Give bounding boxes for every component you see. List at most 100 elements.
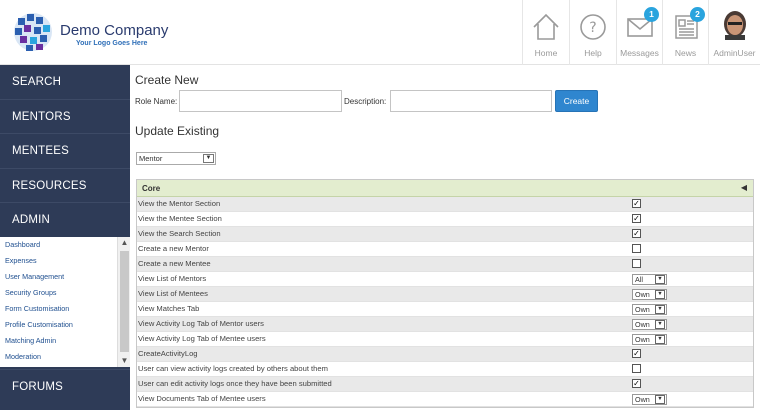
company-tagline: Your Logo Goes Here — [76, 40, 148, 47]
nav-news[interactable]: 2 News — [662, 0, 708, 65]
create-heading: Create New — [135, 73, 199, 87]
permission-checkbox[interactable] — [632, 259, 641, 268]
permission-select-value: All — [635, 275, 643, 284]
permission-select[interactable]: Own ▼ — [632, 334, 667, 345]
permission-select[interactable]: Own ▼ — [632, 304, 667, 315]
permission-select-value: Own — [635, 290, 650, 299]
scroll-up-icon[interactable]: ▲ — [119, 238, 130, 248]
nav-label: Messages — [620, 48, 659, 58]
section-header[interactable]: Core ◀ — [137, 180, 753, 197]
submenu-item-form-customisation[interactable]: Form Customisation — [0, 301, 117, 317]
svg-text:?: ? — [589, 20, 596, 36]
permission-name: View Activity Log Tab of Mentor users — [138, 319, 264, 328]
permission-checkbox[interactable]: ✓ — [632, 214, 641, 223]
permission-select-value: Own — [635, 335, 650, 344]
role-select-value: Mentor — [139, 154, 163, 163]
collapse-caret-icon[interactable]: ◀ — [741, 183, 747, 192]
nav-label: Home — [534, 48, 558, 58]
submenu-item-profile-customisation[interactable]: Profile Customisation — [0, 317, 117, 333]
sidebar-item-mentors[interactable]: MENTORS — [0, 100, 130, 134]
chevron-down-icon: ▼ — [655, 395, 665, 404]
role-select[interactable]: Mentor ▼ — [136, 152, 216, 165]
permission-row: View Documents Tab of Mentee users Own ▼ — [137, 392, 753, 407]
permission-select-value: Own — [635, 320, 650, 329]
news-badge: 2 — [690, 7, 705, 22]
permission-row: User can edit activity logs once they ha… — [137, 377, 753, 392]
permission-row: View List of Mentors All ▼ — [137, 272, 753, 287]
description-input[interactable] — [390, 90, 552, 112]
description-label: Description: — [344, 97, 387, 106]
permission-name: View List of Mentors — [138, 274, 207, 283]
permission-name: View the Search Section — [138, 229, 221, 238]
permission-select[interactable]: All ▼ — [632, 274, 667, 285]
submenu-item-user-management[interactable]: User Management — [0, 269, 117, 285]
permissions-table: Core ◀ View the Mentor Section ✓ View the … — [136, 179, 754, 408]
section-title: Core — [142, 184, 161, 193]
submenu-item-expenses[interactable]: Expenses — [0, 253, 117, 269]
permission-checkbox[interactable] — [632, 364, 641, 373]
submenu-item-matching-admin[interactable]: Matching Admin — [0, 333, 117, 349]
chevron-down-icon: ▼ — [655, 290, 665, 299]
avatar — [721, 10, 748, 40]
role-name-label: Role Name: — [135, 97, 178, 106]
scroll-down-icon[interactable]: ▼ — [119, 356, 130, 366]
chevron-down-icon: ▼ — [655, 335, 665, 344]
permission-select-value: Own — [635, 305, 650, 314]
nav-messages[interactable]: 1 Messages — [616, 0, 662, 65]
sidebar-item-forums[interactable]: FORUMS — [0, 369, 130, 404]
permission-checkbox[interactable]: ✓ — [632, 199, 641, 208]
permission-name: User can view activity logs created by o… — [138, 364, 328, 373]
update-heading: Update Existing — [135, 124, 220, 138]
submenu-scrollbar[interactable]: ▲ ▼ — [117, 237, 130, 367]
top-header: Demo Company Your Logo Goes Here Home ? … — [0, 0, 760, 65]
permission-row: User can view activity logs created by o… — [137, 362, 753, 377]
permission-select[interactable]: Own ▼ — [632, 394, 667, 405]
submenu-item-moderation[interactable]: Moderation — [0, 349, 117, 365]
nav-label: Help — [584, 48, 602, 58]
help-icon: ? — [578, 12, 608, 42]
company-logo[interactable] — [10, 8, 56, 56]
permission-checkbox[interactable] — [632, 244, 641, 253]
permission-row: View the Search Section ✓ — [137, 227, 753, 242]
sidebar-item-mentees[interactable]: MENTEES — [0, 134, 130, 169]
nav-help[interactable]: ? Help — [569, 0, 616, 65]
permission-row: View Activity Log Tab of Mentee users Own… — [137, 332, 753, 347]
permission-checkbox[interactable]: ✓ — [632, 379, 641, 388]
permission-select[interactable]: Own ▼ — [632, 319, 667, 330]
permission-select-value: Own — [635, 395, 650, 404]
chevron-down-icon: ▼ — [655, 275, 665, 284]
permission-name: CreateActivityLog — [138, 349, 198, 358]
create-button[interactable]: Create — [555, 90, 598, 112]
chevron-down-icon: ▼ — [655, 320, 665, 329]
permission-select[interactable]: Own ▼ — [632, 289, 667, 300]
chevron-down-icon: ▼ — [655, 305, 665, 314]
permission-name: User can edit activity logs once they ha… — [138, 379, 332, 388]
nav-label: AdminUser — [713, 48, 756, 58]
submenu-item-security-groups[interactable]: Security Groups — [0, 285, 117, 301]
permission-name: Create a new Mentee — [138, 259, 211, 268]
permission-name: View Matches Tab — [138, 304, 200, 313]
nav-home[interactable]: Home — [522, 0, 569, 65]
permission-row: View List of Mentees Own ▼ — [137, 287, 753, 302]
scrollbar-thumb[interactable] — [120, 251, 129, 352]
permission-row: Create a new Mentee — [137, 257, 753, 272]
role-name-input[interactable] — [179, 90, 342, 112]
permission-row: View Activity Log Tab of Mentor users Own… — [137, 317, 753, 332]
submenu-item-dashboard[interactable]: Dashboard — [0, 237, 117, 253]
permission-name: View Documents Tab of Mentee users — [138, 394, 266, 403]
nav-user[interactable]: AdminUser — [708, 0, 760, 65]
sidebar-item-resources[interactable]: RESOURCES — [0, 169, 130, 203]
chevron-down-icon: ▼ — [203, 154, 214, 163]
permission-checkbox[interactable]: ✓ — [632, 229, 641, 238]
sidebar-item-admin[interactable]: ADMIN — [0, 203, 130, 238]
permission-checkbox[interactable]: ✓ — [632, 349, 641, 358]
permission-name: View the Mentor Section — [138, 199, 221, 208]
sidebar-item-search[interactable]: SEARCH — [0, 65, 130, 100]
admin-submenu: Dashboard Expenses User Management Secur… — [0, 237, 130, 367]
permission-row: View the Mentor Section ✓ — [137, 197, 753, 212]
main-content: Create New Role Name: Description: Creat… — [130, 65, 760, 410]
permission-name: View Activity Log Tab of Mentee users — [138, 334, 266, 343]
permission-row: View the Mentee Section ✓ — [137, 212, 753, 227]
home-icon — [531, 12, 561, 42]
permission-row: Create a new Mentor — [137, 242, 753, 257]
